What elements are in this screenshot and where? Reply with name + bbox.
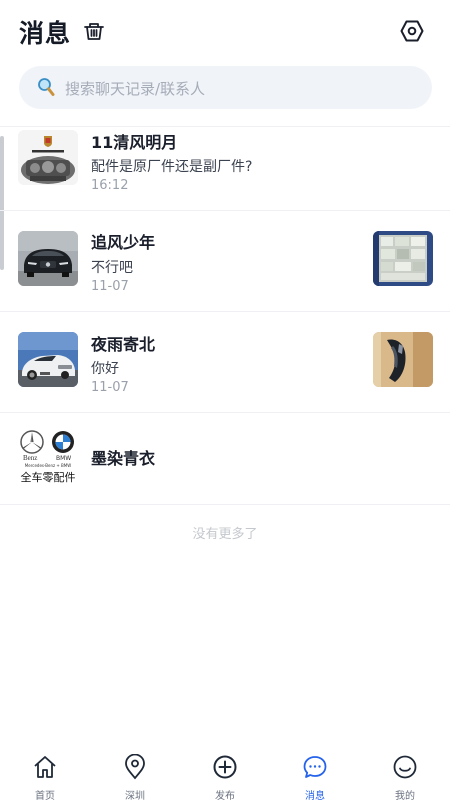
search-input[interactable]: 搜索聊天记录/联系人 xyxy=(19,66,432,109)
message-time: 11-07 xyxy=(91,279,129,294)
tab-label: 首页 xyxy=(35,791,55,800)
page-title: 消息 xyxy=(19,19,72,48)
tab-home[interactable]: 首页 xyxy=(0,754,90,800)
message-time: 16:12 xyxy=(91,178,129,193)
conversation-item[interactable]: 11清风明月 配件是原厂件还是副厂件? 16:12 xyxy=(0,127,450,211)
location-pin-icon xyxy=(125,754,145,780)
tab-label: 消息 xyxy=(305,791,325,800)
contact-name: 11清风明月 xyxy=(91,133,178,152)
no-more-label: 没有更多了 xyxy=(192,527,258,542)
tab-label: 我的 xyxy=(395,791,415,800)
message-time: 11-07 xyxy=(91,380,129,395)
conversation-item[interactable]: Benz BMW Mercedes-Benz + BMW 全车零配件 墨染青衣 xyxy=(0,413,450,505)
contact-name: 追风少年 xyxy=(91,233,156,252)
tab-city[interactable]: 深圳 xyxy=(90,754,180,800)
contact-name: 墨染青衣 xyxy=(91,449,156,468)
add-circle-icon xyxy=(213,755,237,779)
avatar: Benz BMW Mercedes-Benz + BMW 全车零配件 xyxy=(18,429,78,484)
hex-settings-icon[interactable] xyxy=(399,18,425,44)
avatar-text-main: 全车零配件 xyxy=(20,471,76,484)
chat-bubble-icon xyxy=(303,756,327,778)
search-icon xyxy=(37,77,55,97)
avatar xyxy=(18,332,78,387)
avatar xyxy=(18,130,78,185)
avatar xyxy=(18,231,78,286)
avatar-text-right: BMW xyxy=(56,455,72,462)
last-message: 你好 xyxy=(91,361,119,377)
tab-label: 发布 xyxy=(215,791,235,800)
tab-label: 深圳 xyxy=(125,791,145,800)
conversation-item[interactable]: 追风少年 不行吧 11-07 xyxy=(0,211,450,312)
basket-clear-icon[interactable] xyxy=(82,19,106,43)
bottom-tab-bar: 首页 深圳 发布 消息 我的 xyxy=(0,748,450,800)
product-thumbnail[interactable] xyxy=(373,332,433,387)
tab-profile[interactable]: 我的 xyxy=(360,754,450,800)
smile-face-icon xyxy=(393,755,417,779)
header: 消息 xyxy=(0,0,450,62)
last-message: 配件是原厂件还是副厂件? xyxy=(91,159,253,175)
product-thumbnail[interactable] xyxy=(373,231,433,286)
conversation-item[interactable]: 夜雨寄北 你好 11-07 xyxy=(0,312,450,413)
tab-messages[interactable]: 消息 xyxy=(270,754,360,800)
last-message: 不行吧 xyxy=(91,260,133,276)
home-icon xyxy=(34,756,56,778)
avatar-text-small: Mercedes-Benz + BMW xyxy=(24,463,72,468)
tab-publish[interactable]: 发布 xyxy=(180,754,270,800)
search-placeholder: 搜索聊天记录/联系人 xyxy=(65,80,206,98)
contact-name: 夜雨寄北 xyxy=(91,335,156,354)
avatar-text-left: Benz xyxy=(23,454,38,462)
